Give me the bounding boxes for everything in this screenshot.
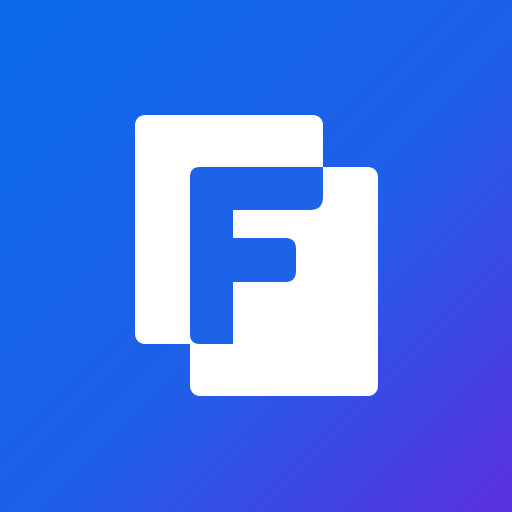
app-logo-icon [0, 0, 512, 512]
